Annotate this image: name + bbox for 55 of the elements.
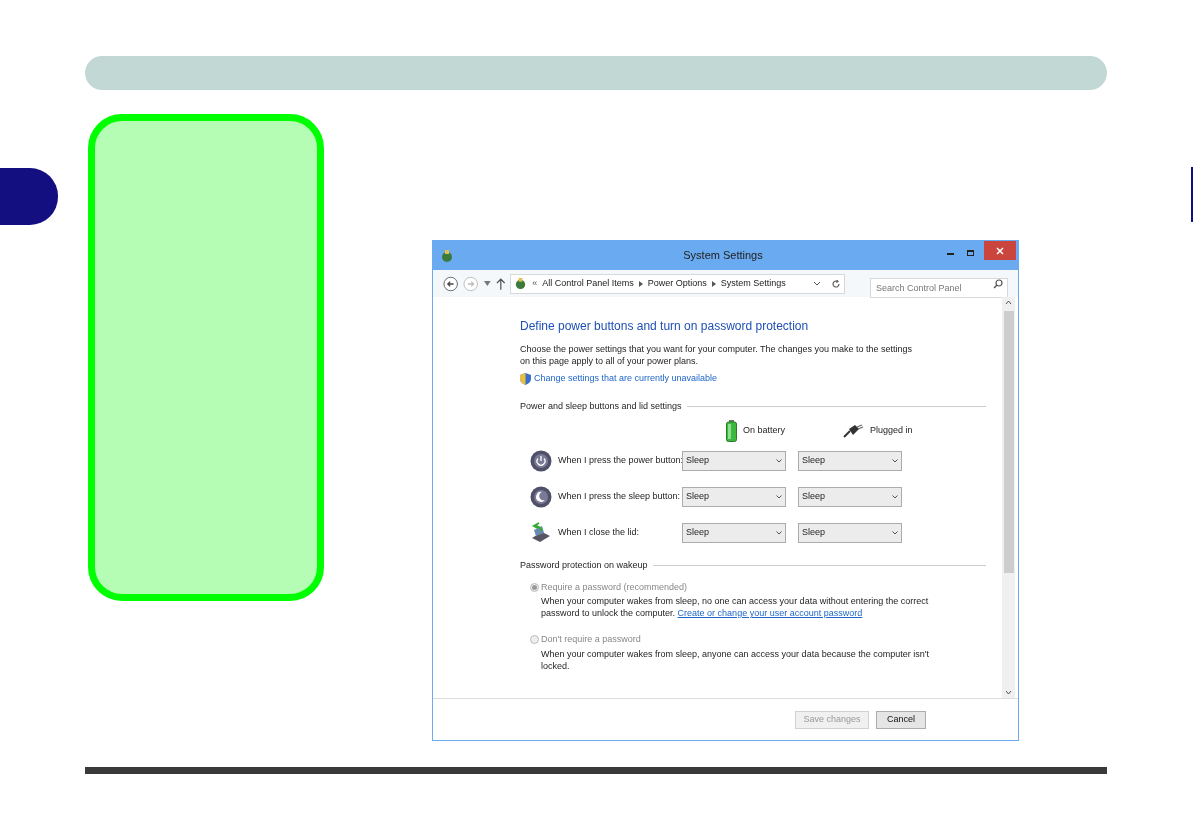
section-title: Password protection on wakeup (520, 559, 648, 572)
dropdown[interactable]: Sleep (682, 487, 786, 507)
breadcrumb-item[interactable]: System Settings (720, 276, 786, 291)
shield-icon (520, 372, 531, 385)
option-description: When your computer wakes from sleep, no one can access your data without entering the correct password to unlock the computer. Create or change your user account password (540, 595, 930, 619)
section-title: Power and sleep buttons and lid settings (520, 399, 682, 413)
power-plug-icon (842, 424, 864, 438)
dropdown[interactable]: Sleep (682, 451, 786, 471)
address-bar[interactable]: « All Control Panel Items Power Options System Settings (510, 273, 845, 294)
back-icon[interactable] (443, 275, 459, 292)
setting-label: When I close the lid: (558, 526, 641, 540)
sleep-button-icon (530, 486, 552, 508)
app-icon (440, 248, 454, 263)
caret-icon (776, 531, 782, 535)
breadcrumb-separator-icon (711, 280, 716, 287)
column-header: On battery (743, 424, 786, 438)
dialog-button[interactable]: Cancel (876, 710, 926, 729)
chevron-down-icon[interactable] (813, 280, 821, 287)
dropdown[interactable]: Sleep (798, 451, 902, 471)
dropdown[interactable]: Sleep (682, 523, 786, 543)
caret-icon (776, 495, 782, 499)
power-button-icon (530, 450, 552, 472)
battery-icon (726, 420, 737, 442)
close-button[interactable] (984, 241, 1016, 260)
setting-label: When I press the power button: (558, 454, 682, 468)
description-text: Choose the power settings that you want for your computer. The changes you make to the settings on this page apply to all of your power plans. (520, 343, 914, 367)
scroll-up-icon[interactable] (1005, 300, 1012, 305)
window-title: System Settings (682, 248, 764, 264)
dropdown[interactable]: Sleep (798, 487, 902, 507)
caret-icon (892, 531, 898, 535)
change-settings-link[interactable]: Change settings that are currently unavailable (534, 372, 718, 386)
dropdown[interactable]: Sleep (798, 523, 902, 543)
caret-icon (776, 459, 782, 463)
column-header: Plugged in (870, 424, 913, 438)
laptop-icon (530, 522, 552, 544)
setting-label: When I press the sleep button: (558, 490, 682, 504)
page-heading: Define power buttons and turn on password protection (520, 318, 810, 335)
breadcrumb-separator-icon (638, 280, 643, 287)
up-arrow-icon[interactable] (495, 277, 506, 290)
scrollbar[interactable] (1002, 297, 1015, 698)
search-field[interactable]: Search Control Panel (870, 277, 1008, 298)
option-description: When your computer wakes from sleep, anyone can access your data because the computer isn't locked. (540, 647, 930, 672)
caret-icon (892, 495, 898, 499)
breadcrumb-overflow[interactable]: « (532, 276, 538, 291)
caret-icon (892, 459, 898, 463)
edge-marker (1191, 167, 1193, 222)
app-icon (514, 277, 528, 290)
close-icon (996, 246, 1004, 255)
scrollbar-thumb[interactable] (1003, 311, 1014, 573)
search-icon (993, 278, 1003, 289)
scroll-down-icon[interactable] (1005, 690, 1012, 695)
breadcrumb-item[interactable]: All Control Panel Items (542, 276, 634, 291)
dropdown-caret-icon[interactable] (483, 281, 491, 286)
refresh-icon[interactable] (831, 278, 841, 289)
breadcrumb-item[interactable]: Power Options (647, 276, 707, 291)
